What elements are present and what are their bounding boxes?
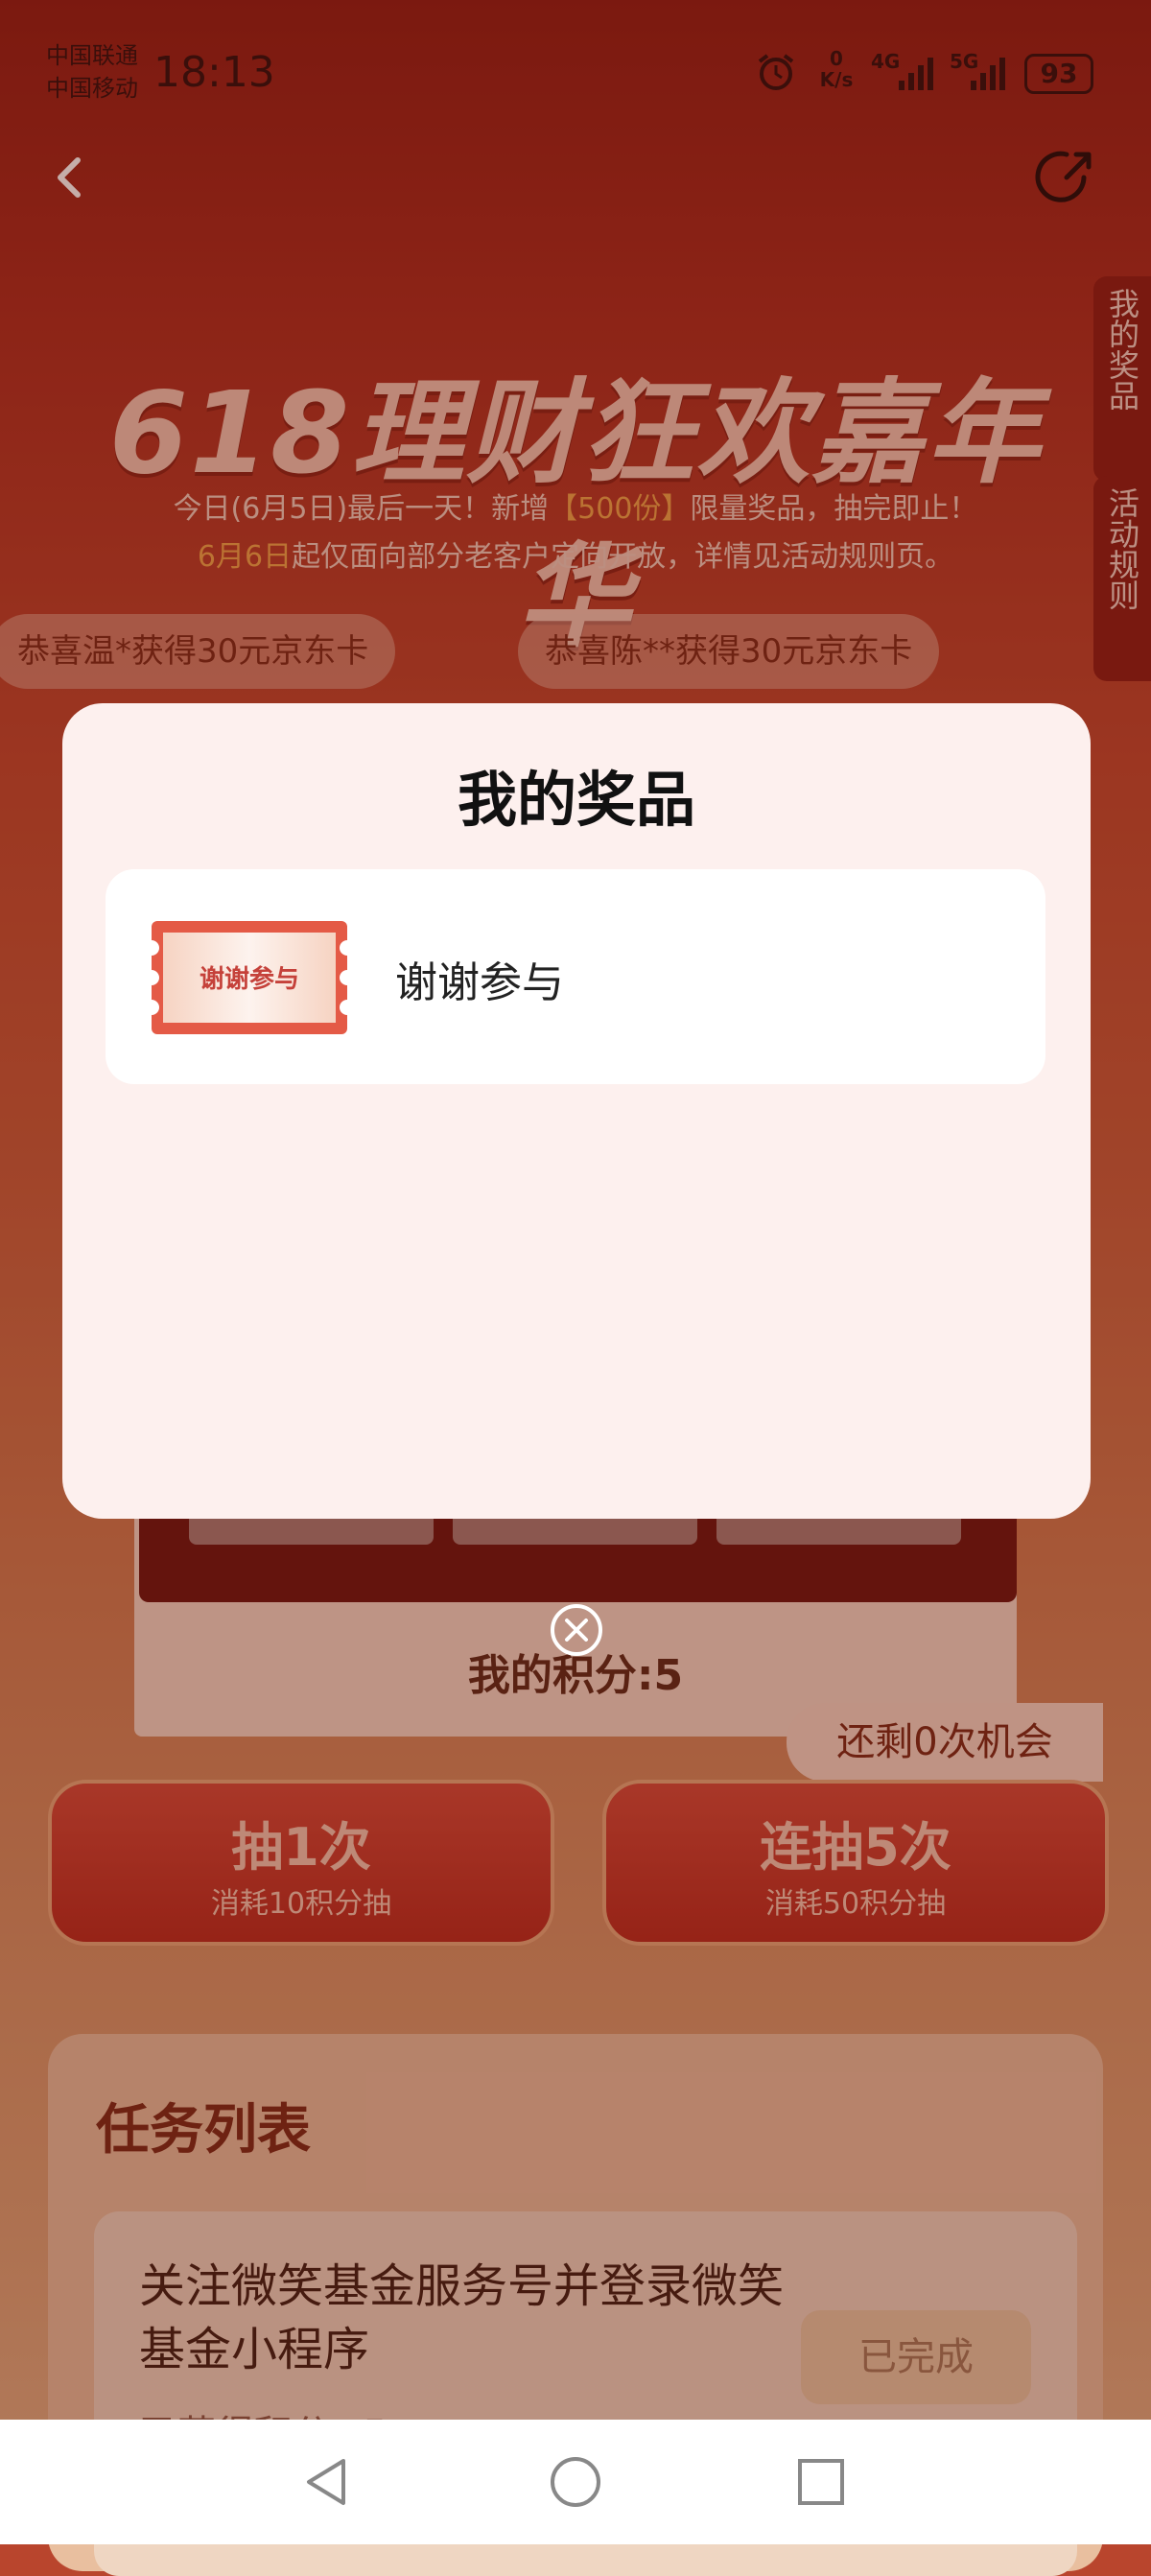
triangle-back-icon[interactable] [297, 2453, 355, 2511]
my-prizes-modal: 我的奖品 谢谢参与 谢谢参与 [62, 703, 1091, 1519]
square-recent-icon[interactable] [792, 2453, 850, 2511]
prize-ticket-text: 谢谢参与 [199, 965, 299, 994]
prize-card: 谢谢参与 谢谢参与 [106, 869, 1045, 1084]
close-circle-icon [551, 1604, 602, 1656]
prize-name: 谢谢参与 [395, 958, 564, 1007]
circle-home-icon[interactable] [547, 2453, 604, 2511]
system-nav-bar [0, 2420, 1151, 2544]
close-modal-button[interactable] [549, 1602, 604, 1658]
prize-ticket-image: 谢谢参与 [144, 921, 355, 1034]
modal-title: 我的奖品 [457, 765, 695, 835]
